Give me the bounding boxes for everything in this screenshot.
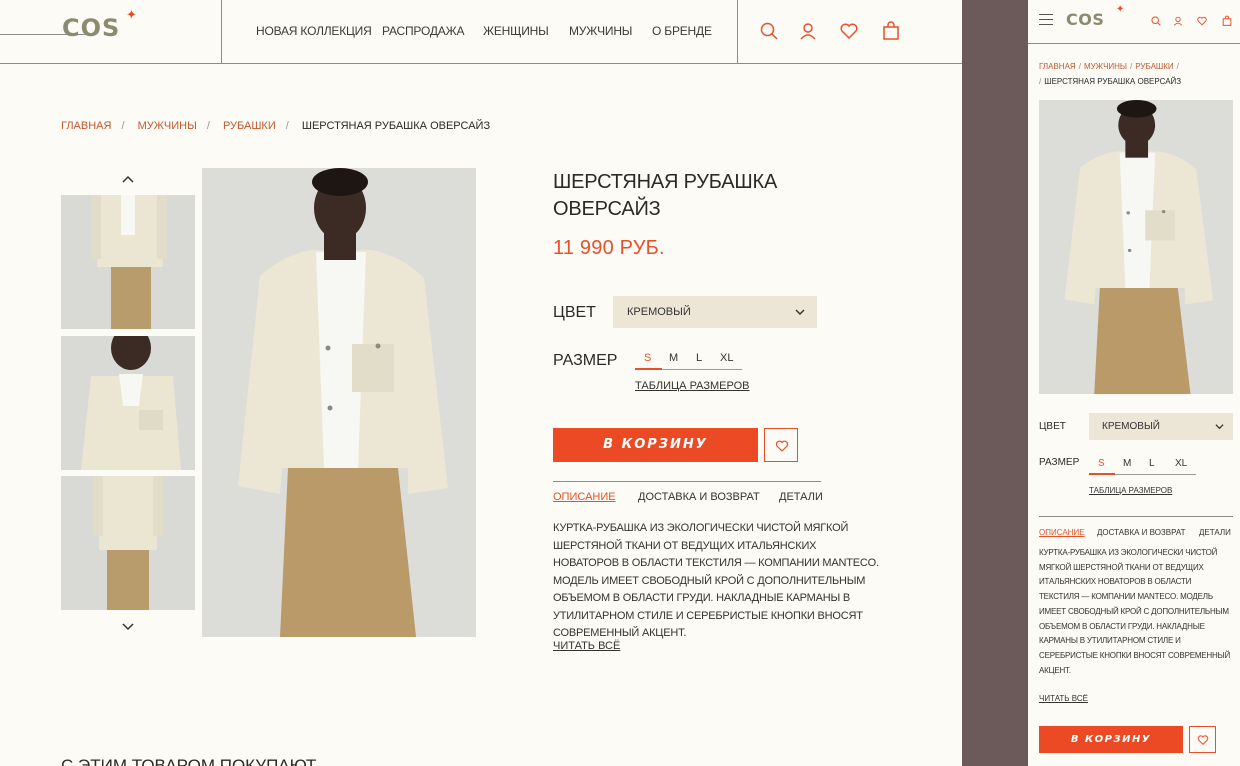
breadcrumb-separator: / (206, 120, 210, 132)
product-description: КУРТКА-РУБАШКА ИЗ ЭКОЛОГИЧЕСКИ ЧИСТОЙ МЯ… (1039, 548, 1231, 675)
size-table-link[interactable]: ТАБЛИЦА РАЗМЕРОВ (635, 380, 750, 393)
heart-icon[interactable] (1196, 14, 1208, 26)
chevron-down-icon (1215, 424, 1224, 430)
breadcrumb-home[interactable]: ГЛАВНАЯ (61, 120, 111, 132)
product-price: 11 990 РУБ. (553, 237, 665, 259)
breadcrumb-separator: / (285, 120, 289, 132)
search-icon[interactable] (1150, 14, 1162, 26)
add-to-favorites-button[interactable] (764, 428, 798, 462)
chevron-down-icon (795, 309, 805, 315)
brand-logo[interactable]: COS (62, 16, 120, 40)
size-table-link[interactable]: ТАБЛИЦА РАЗМЕРОВ (1089, 486, 1172, 496)
size-option-xl[interactable]: XL (720, 351, 733, 365)
desktop-frame: COS ✦ НОВАЯ КОЛЛЕКЦИЯ РАСПРОДАЖА ЖЕНЩИНЫ… (0, 0, 962, 766)
size-label: РАЗМЕР (1039, 457, 1080, 468)
search-icon[interactable] (758, 20, 780, 42)
color-label: ЦВЕТ (1039, 421, 1066, 432)
logo-cell: COS ✦ (0, 0, 222, 63)
read-all-link[interactable]: ЧИТАТЬ ВСЁ (1039, 694, 1088, 704)
breadcrumb-shirts[interactable]: РУБАШКИ (223, 120, 276, 132)
bag-icon[interactable] (1221, 14, 1233, 26)
tab-delivery[interactable]: ДОСТАВКА И ВОЗВРАТ (638, 491, 760, 504)
tabs-divider (1039, 516, 1233, 517)
color-label: ЦВЕТ (553, 304, 596, 321)
nav-sale[interactable]: РАСПРОДАЖА (382, 24, 464, 38)
menu-icon[interactable] (1039, 14, 1053, 26)
breadcrumb: ГЛАВНАЯ / МУЖЧИНЫ / РУБАШКИ / ШЕРСТЯНАЯ РУБ… (61, 120, 500, 133)
breadcrumb-current: ШЕРСТЯНАЯ РУБАШКА ОВЕРСАЙЗ (1044, 77, 1182, 86)
breadcrumb-home[interactable]: ГЛАВНАЯ (1039, 62, 1076, 71)
color-select-value: КРЕМОВЫЙ (627, 306, 691, 318)
mobile-frame: COS ✦ ГЛАВНАЯ / МУЖЧИНЫ / РУБАШКИ / / ШЕРСТЯНАЯ… (1028, 0, 1240, 766)
user-icon[interactable] (797, 20, 819, 42)
tabs-divider (553, 481, 821, 482)
breadcrumb-separator: / (1130, 62, 1133, 71)
add-to-cart-button[interactable]: В КОРЗИНУ (1039, 726, 1183, 753)
logo-star-icon: ✦ (1116, 4, 1125, 15)
color-select-value: КРЕМОВЫЙ (1102, 421, 1160, 432)
size-selector: S M L XL (1089, 457, 1196, 475)
breadcrumb-men[interactable]: МУЖЧИНЫ (1084, 62, 1127, 71)
tab-description[interactable]: ОПИСАНИЕ (553, 491, 616, 504)
heart-icon[interactable] (838, 20, 860, 42)
tab-details[interactable]: ДЕТАЛИ (779, 491, 823, 504)
add-to-favorites-button[interactable] (1189, 726, 1216, 753)
thumbnail-1[interactable] (61, 195, 195, 329)
nav-women[interactable]: ЖЕНЩИНЫ (483, 24, 549, 38)
nav-men[interactable]: МУЖЧИНЫ (569, 24, 632, 38)
breadcrumb-men[interactable]: МУЖЧИНЫ (138, 120, 197, 132)
size-option-s[interactable]: S (644, 351, 651, 365)
size-option-l[interactable]: L (1149, 457, 1155, 471)
read-all-link[interactable]: ЧИТАТЬ ВСЁ (553, 640, 620, 653)
selected-size-indicator (1089, 473, 1115, 475)
thumbnail-2[interactable] (61, 336, 195, 470)
thumbnails-down-arrow-icon[interactable] (118, 620, 138, 634)
size-option-l[interactable]: L (696, 351, 702, 365)
size-option-xl[interactable]: XL (1175, 457, 1187, 471)
breadcrumb-separator: / (121, 120, 125, 132)
thumbnail-3[interactable] (61, 476, 195, 610)
color-select[interactable]: КРЕМОВЫЙ (1089, 413, 1233, 440)
product-title: ШЕРСТЯНАЯ РУБАШКА ОВЕРСАЙЗ (553, 171, 778, 220)
size-option-m[interactable]: M (1123, 457, 1131, 471)
nav-about[interactable]: О БРЕНДЕ (652, 24, 712, 38)
breadcrumb-shirts[interactable]: РУБАШКИ (1135, 62, 1173, 71)
breadcrumb-separator: / (1176, 62, 1179, 71)
add-to-cart-button[interactable]: В КОРЗИНУ (553, 428, 758, 462)
heart-icon (775, 440, 789, 452)
breadcrumb-separator: / (1078, 62, 1081, 71)
related-products-heading: С ЭТИМ ТОВАРОМ ПОКУПАЮТ (61, 756, 317, 766)
user-icon[interactable] (1172, 14, 1184, 26)
breadcrumb-separator: / (1039, 77, 1042, 86)
frame-separator (962, 0, 1028, 766)
breadcrumb-current: ШЕРСТЯНАЯ РУБАШКА ОВЕРСАЙЗ (301, 120, 491, 132)
breadcrumb: ГЛАВНАЯ / МУЖЧИНЫ / РУБАШКИ / / ШЕРСТЯНАЯ РУБАШ… (1039, 59, 1209, 89)
product-main-image[interactable] (202, 168, 476, 637)
size-option-s[interactable]: S (1098, 457, 1105, 471)
mobile-header: COS ✦ (1028, 0, 1240, 44)
color-select[interactable]: КРЕМОВЫЙ (613, 296, 817, 328)
heart-icon (1197, 735, 1209, 746)
tab-delivery[interactable]: ДОСТАВКА И ВОЗВРАТ (1097, 528, 1186, 538)
size-option-m[interactable]: M (669, 351, 678, 365)
logo-star-icon: ✦ (126, 7, 137, 22)
product-main-image[interactable] (1039, 100, 1233, 394)
tab-description[interactable]: ОПИСАНИЕ (1039, 528, 1085, 538)
size-selector: S M L XL (635, 351, 742, 370)
bag-icon[interactable] (880, 20, 902, 42)
brand-logo[interactable]: COS (1066, 11, 1104, 29)
site-header: COS ✦ НОВАЯ КОЛЛЕКЦИЯ РАСПРОДАЖА ЖЕНЩИНЫ… (0, 0, 962, 64)
selected-size-indicator (635, 368, 662, 370)
size-label: РАЗМЕР (553, 352, 618, 369)
main-nav: НОВАЯ КОЛЛЕКЦИЯ РАСПРОДАЖА ЖЕНЩИНЫ МУЖЧИ… (222, 0, 738, 63)
thumbnails-up-arrow-icon[interactable] (118, 172, 138, 186)
product-description: КУРТКА-РУБАШКА ИЗ ЭКОЛОГИЧЕСКИ ЧИСТОЙ МЯ… (553, 522, 879, 639)
tab-details[interactable]: ДЕТАЛИ (1199, 528, 1231, 538)
nav-new-collection[interactable]: НОВАЯ КОЛЛЕКЦИЯ (256, 24, 372, 38)
